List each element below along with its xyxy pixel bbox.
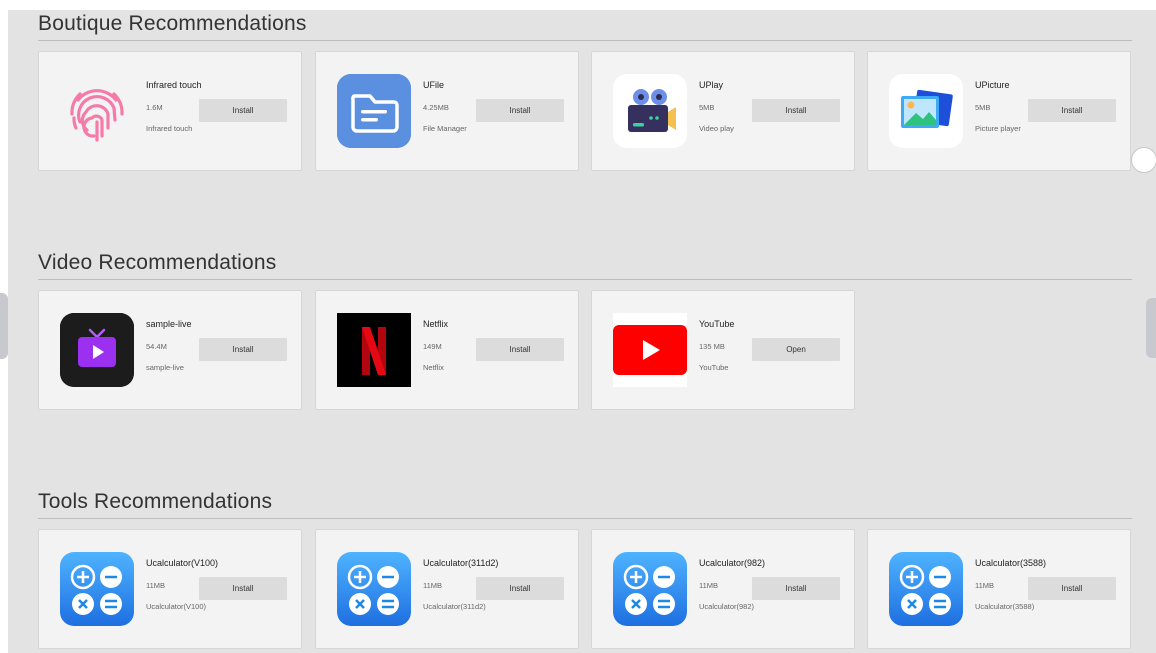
app-description: Ucalculator(311d2) <box>423 602 486 611</box>
app-description: Picture player <box>975 124 1021 133</box>
app-description: Netflix <box>423 363 444 372</box>
app-name: Netflix <box>423 319 449 329</box>
section-divider <box>38 518 1132 519</box>
app-name: UPlay <box>699 80 724 90</box>
app-name: Infrared touch <box>146 80 202 90</box>
app-name: Ucalculator(311d2) <box>423 558 499 568</box>
app-name: YouTube <box>699 319 735 329</box>
install-button[interactable]: Install <box>199 338 287 361</box>
app-name: Ucalculator(V100) <box>146 558 219 568</box>
app-name: Ucalculator(3588) <box>975 558 1047 568</box>
app-card-ucalculator-v100[interactable]: Ucalculator(V100) 11MB Ucalculator(V100)… <box>38 529 302 649</box>
app-card-ucalculator-982[interactable]: Ucalculator(982) 11MB Ucalculator(982) I… <box>591 529 855 649</box>
install-button[interactable]: Install <box>752 577 840 600</box>
calculator-icon <box>889 552 963 626</box>
app-size: 11MB <box>146 581 166 590</box>
section-divider <box>38 40 1132 41</box>
app-description: Infrared touch <box>146 124 193 133</box>
install-button[interactable]: Install <box>1028 577 1116 600</box>
youtube-logo-icon <box>613 313 687 387</box>
video-camera-icon <box>613 74 687 148</box>
install-button[interactable]: Install <box>1028 99 1116 122</box>
app-card-ucalculator-3588[interactable]: Ucalculator(3588) 11MB Ucalculator(3588)… <box>867 529 1131 649</box>
app-name: UPicture <box>975 80 1010 90</box>
tv-play-icon <box>60 313 134 387</box>
app-size: 5MB <box>699 103 715 112</box>
open-button[interactable]: Open <box>752 338 840 361</box>
app-size: 135 MB <box>699 342 725 351</box>
app-card-infrared-touch[interactable]: Infrared touch 1.6M Infrared touch Insta… <box>38 51 302 171</box>
app-description: Ucalculator(3588) <box>975 602 1035 611</box>
app-size: 149M <box>423 342 442 351</box>
calculator-icon <box>337 552 411 626</box>
app-card-ucalculator-311d2[interactable]: Ucalculator(311d2) 11MB Ucalculator(311d… <box>315 529 579 649</box>
folder-icon <box>337 74 411 148</box>
app-size: 11MB <box>423 581 443 590</box>
app-description: YouTube <box>699 363 729 372</box>
section-divider <box>38 279 1132 280</box>
app-description: sample-live <box>146 363 184 372</box>
app-description: File Manager <box>423 124 467 133</box>
calculator-icon <box>60 552 134 626</box>
floating-assistive-button[interactable] <box>1131 147 1156 173</box>
app-name: UFile <box>423 80 445 90</box>
netflix-logo-icon <box>337 313 411 387</box>
app-name: Ucalculator(982) <box>699 558 766 568</box>
photo-gallery-icon <box>889 74 963 148</box>
app-card-youtube[interactable]: YouTube 135 MB YouTube Open <box>591 290 855 410</box>
side-drawer-handle-right[interactable] <box>1146 298 1156 358</box>
app-size: 1.6M <box>146 103 163 112</box>
app-card-upicture[interactable]: UPicture 5MB Picture player Install <box>867 51 1131 171</box>
app-size: 4.25MB <box>423 103 449 112</box>
section-title-tools: Tools Recommendations <box>38 490 273 513</box>
app-description: Ucalculator(982) <box>699 602 755 611</box>
install-button[interactable]: Install <box>476 99 564 122</box>
fingerprint-icon <box>60 74 134 148</box>
install-button[interactable]: Install <box>199 99 287 122</box>
section-title-boutique: Boutique Recommendations <box>38 12 307 35</box>
install-button[interactable]: Install <box>476 338 564 361</box>
app-name: sample-live <box>146 319 192 329</box>
app-description: Video play <box>699 124 734 133</box>
app-size: 11MB <box>699 581 719 590</box>
app-card-netflix[interactable]: Netflix 149M Netflix Install <box>315 290 579 410</box>
app-card-sample-live[interactable]: sample-live 54.4M sample-live Install <box>38 290 302 410</box>
app-card-ufile[interactable]: UFile 4.25MB File Manager Install <box>315 51 579 171</box>
section-title-video: Video Recommendations <box>38 251 277 274</box>
install-button[interactable]: Install <box>476 577 564 600</box>
app-store-page: Boutique Recommendations Infrared touch … <box>8 10 1156 653</box>
install-button[interactable]: Install <box>752 99 840 122</box>
side-drawer-handle-left[interactable] <box>0 293 8 359</box>
app-size: 5MB <box>975 103 991 112</box>
app-size: 11MB <box>975 581 995 590</box>
app-size: 54.4M <box>146 342 167 351</box>
install-button[interactable]: Install <box>199 577 287 600</box>
app-card-uplay[interactable]: UPlay 5MB Video play Install <box>591 51 855 171</box>
calculator-icon <box>613 552 687 626</box>
app-description: Ucalculator(V100) <box>146 602 207 611</box>
